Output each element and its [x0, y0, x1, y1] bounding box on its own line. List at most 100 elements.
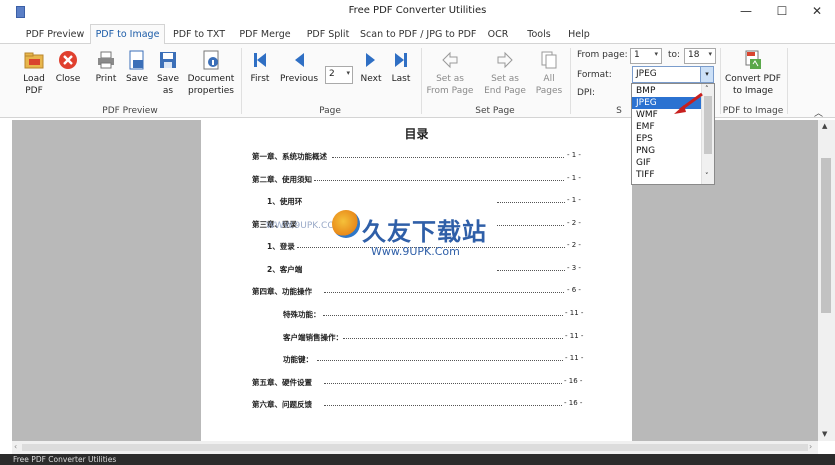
tab-pdf-to-image[interactable]: PDF to Image — [90, 24, 165, 45]
toc-dots — [317, 360, 563, 361]
last-page-button[interactable]: Last — [388, 50, 414, 85]
chevron-up-icon[interactable]: ︿ — [814, 106, 823, 119]
group-label-pdf-preview: PDF Preview — [102, 106, 158, 116]
convert-image-icon — [745, 50, 761, 69]
maximize-button[interactable]: ☐ — [767, 2, 797, 22]
document-page: 目录 第一章、系统功能概述 - 1 - 第二章、使用须知 - 1 - 1、使用环… — [201, 120, 632, 441]
from-page-label: From page: — [577, 50, 628, 60]
toc-entry-label: 客户端销售操作： — [283, 333, 343, 342]
toc-entry-page: - 11 - — [565, 332, 584, 340]
next-page-button[interactable]: Next — [358, 50, 384, 85]
print-button[interactable]: Print — [92, 50, 120, 85]
format-value: JPEG — [636, 69, 657, 79]
format-label: Format: — [577, 70, 612, 80]
scroll-down-icon[interactable]: ▼ — [822, 430, 827, 438]
skip-last-icon — [395, 53, 407, 67]
format-option-tiff[interactable]: TIFF — [632, 169, 702, 181]
scrollbar-thumb[interactable] — [704, 96, 712, 154]
tab-pdf-split[interactable]: PDF Split — [302, 27, 354, 44]
tab-tools[interactable]: Tools — [522, 27, 556, 44]
group-separator — [421, 48, 422, 114]
toc-entry-page: - 6 - — [567, 286, 581, 294]
arrow-left-icon — [295, 53, 304, 67]
toc-dots — [343, 338, 563, 339]
toc-entry: 第一章、系统功能概述 - 1 - — [252, 151, 582, 162]
set-from-page-button[interactable]: Set as From Page — [426, 50, 474, 97]
close-button[interactable]: ✕ — [802, 2, 832, 22]
chevron-down-icon: ▾ — [708, 50, 712, 58]
save-label: Save — [125, 74, 149, 84]
tab-help[interactable]: Help — [564, 27, 594, 44]
toc-entry: 功能键： - 11 - — [283, 354, 583, 365]
from-page-combo[interactable]: 1 ▾ — [630, 48, 662, 64]
close-pdf-button[interactable]: Close — [54, 50, 82, 85]
convert-pdf-to-image-button[interactable]: Convert PDF to Image — [724, 50, 782, 97]
group-label-options: S — [616, 106, 622, 116]
scrollbar-thumb[interactable] — [821, 158, 831, 313]
toc-entry: 第五章、硬件设置 - 16 - — [252, 377, 582, 388]
toc-entry-label: 1、使用环 — [267, 197, 303, 206]
scroll-right-icon[interactable]: › — [809, 442, 812, 451]
load-pdf-button[interactable]: Load PDF — [16, 50, 52, 97]
format-combo[interactable]: JPEG ▾ — [632, 66, 714, 83]
close-circle-icon — [59, 51, 77, 69]
all-pages-button[interactable]: All Pages — [534, 50, 564, 97]
horizontal-scrollbar[interactable]: ‹ › — [12, 441, 818, 454]
tab-scan-to-pdf[interactable]: Scan to PDF / JPG to PDF — [360, 27, 476, 44]
page-number-combo[interactable]: 2 ▾ — [325, 66, 353, 84]
toc-entry-label: 2、客户端 — [267, 265, 303, 274]
watermark-title: 久友下载站 — [362, 218, 487, 246]
toc-entry: 特殊功能： - 11 - — [283, 309, 583, 320]
toc-entry-page: - 1 - — [567, 151, 581, 159]
toc-entry: 2、客户端 - 3 - — [267, 264, 582, 275]
first-page-button[interactable]: First — [248, 50, 272, 85]
toc-entry-label: 1、登录 — [267, 242, 295, 251]
toc-dots — [324, 383, 562, 384]
group-separator — [241, 48, 242, 114]
scrollbar-thumb[interactable] — [22, 444, 808, 451]
chevron-down-icon: ▾ — [346, 69, 350, 77]
tab-pdf-to-txt[interactable]: PDF to TXT — [170, 27, 228, 44]
dpi-label: DPI: — [577, 88, 596, 98]
toc-dots — [332, 157, 564, 158]
save-button[interactable]: Save — [122, 50, 152, 85]
toc-dots — [324, 292, 564, 293]
toc-entry: 第六章、问题反馈 - 16 - — [252, 399, 582, 410]
set-end-page-label: Set as End Page — [484, 74, 526, 96]
folder-pdf-icon — [24, 52, 44, 69]
to-page-combo[interactable]: 18 ▾ — [684, 48, 716, 64]
format-option-png[interactable]: PNG — [632, 145, 702, 157]
set-end-page-button[interactable]: Set as End Page — [483, 50, 527, 97]
scroll-up-icon[interactable]: ▲ — [822, 122, 827, 130]
toc-entry: 1、使用环 - 1 - — [267, 196, 582, 207]
first-page-label: First — [250, 74, 270, 84]
group-separator — [787, 48, 788, 114]
format-option-eps[interactable]: EPS — [632, 133, 702, 145]
toc-entry-label: 第五章、硬件设置 — [252, 378, 312, 387]
print-label: Print — [95, 74, 117, 84]
document-properties-label: Document properties — [187, 74, 235, 96]
tab-pdf-preview[interactable]: PDF Preview — [24, 27, 86, 44]
format-option-emf[interactable]: EMF — [632, 121, 702, 133]
toc-entry-page: - 16 - — [564, 377, 583, 385]
from-page-value: 1 — [634, 50, 640, 60]
chevron-down-icon[interactable]: ˅ — [705, 172, 709, 180]
save-as-icon — [160, 52, 176, 68]
tab-ocr[interactable]: OCR — [484, 27, 512, 44]
save-as-button[interactable]: Save as — [153, 50, 183, 97]
vertical-scrollbar[interactable]: ▲ ▼ — [818, 120, 835, 441]
scroll-left-icon[interactable]: ‹ — [14, 442, 17, 451]
tab-pdf-merge[interactable]: PDF Merge — [236, 27, 294, 44]
previous-page-button[interactable]: Previous — [278, 50, 320, 85]
group-separator — [720, 48, 721, 114]
format-option-gif[interactable]: GIF — [632, 157, 702, 169]
chevron-up-icon[interactable]: ˄ — [705, 85, 709, 93]
toc-entry-label: 功能键： — [283, 355, 313, 364]
toc-entry: 客户端销售操作： - 11 - — [283, 332, 584, 343]
save-document-icon — [129, 50, 144, 70]
document-properties-button[interactable]: Document properties — [186, 50, 236, 97]
document-properties-icon — [203, 50, 219, 70]
minimize-button[interactable]: — — [731, 2, 761, 22]
skip-first-icon — [254, 53, 266, 67]
convert-label: Convert PDF to Image — [725, 74, 781, 96]
